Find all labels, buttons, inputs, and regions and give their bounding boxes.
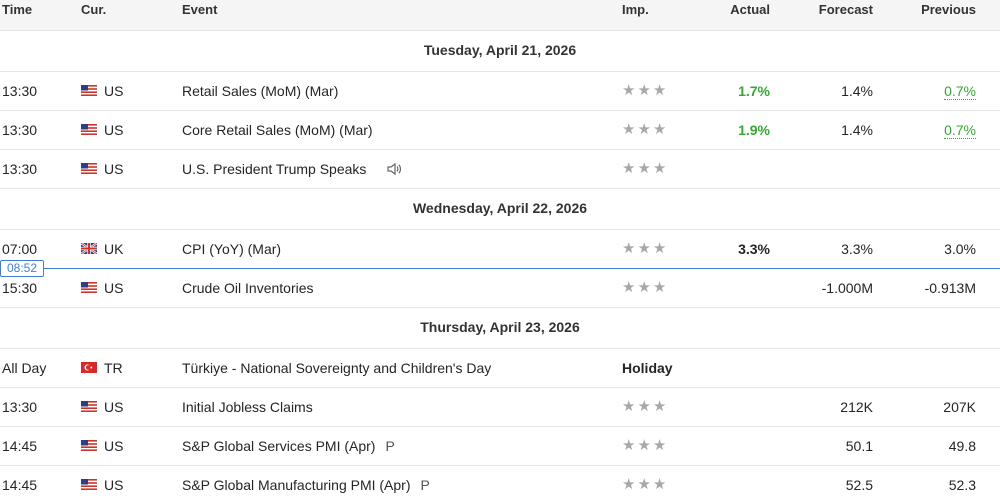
event-name[interactable]: Crude Oil Inventories: [182, 269, 314, 307]
header-importance[interactable]: Imp.: [622, 2, 649, 17]
event-time: 14:45: [2, 477, 38, 493]
us-flag-icon: [81, 282, 97, 293]
importance-stars: ★★★: [622, 398, 669, 415]
event-name[interactable]: CPI (YoY) (Mar): [182, 230, 281, 268]
us-flag-icon: [81, 85, 97, 96]
currency-code: US: [104, 122, 124, 138]
currency-code: UK: [104, 241, 124, 257]
importance-stars: ★★★: [622, 240, 669, 257]
forecast-value: 3.3%: [841, 241, 873, 257]
importance-stars: ★★★: [622, 437, 669, 454]
us-flag-icon: [81, 124, 97, 135]
actual-value: 1.7%: [738, 83, 770, 99]
actual-value: 3.3%: [738, 241, 770, 257]
table-row[interactable]: 15:30 US Crude Oil Inventories ★★★ -1.00…: [0, 269, 1000, 308]
event-time: 14:45: [2, 438, 38, 454]
currency-code: US: [104, 161, 124, 177]
speaker-icon[interactable]: [386, 162, 402, 176]
event-time: 13:30: [2, 399, 38, 415]
header-forecast[interactable]: Forecast: [819, 2, 873, 17]
forecast-value: 50.1: [845, 438, 873, 454]
forecast-value: -1.000M: [821, 280, 873, 296]
table-row[interactable]: 07:00 UK CPI (YoY) (Mar) ★★★ 3.3% 3.3% 3…: [0, 230, 1000, 268]
header-currency[interactable]: Cur.: [81, 2, 106, 17]
table-row[interactable]: 13:30 US U.S. President Trump Speaks ★★★: [0, 150, 1000, 189]
actual-value: 1.9%: [738, 122, 770, 138]
table-row[interactable]: All Day TR Türkiye - National Sovereignt…: [0, 349, 1000, 388]
previous-value: 3.0%: [944, 241, 976, 257]
importance-stars: ★★★: [622, 121, 669, 138]
previous-value: 49.8: [948, 438, 976, 454]
day-header: Tuesday, April 21, 2026: [0, 31, 1000, 72]
currency-code: US: [104, 280, 124, 296]
event-name[interactable]: Türkiye - National Sovereignty and Child…: [182, 349, 491, 387]
forecast-value: 212K: [840, 399, 873, 415]
day-header: Thursday, April 23, 2026: [0, 308, 1000, 349]
currency-code: US: [104, 477, 124, 493]
currency-code: US: [104, 83, 124, 99]
table-header: Time Cur. Event Imp. Actual Forecast Pre…: [0, 0, 1000, 31]
us-flag-icon: [81, 440, 97, 451]
header-event[interactable]: Event: [182, 2, 217, 17]
currency-code: US: [104, 399, 124, 415]
table-row[interactable]: 13:30 US Initial Jobless Claims ★★★ 212K…: [0, 388, 1000, 427]
event-name-text: U.S. President Trump Speaks: [182, 161, 367, 177]
currency-code: US: [104, 438, 124, 454]
importance-stars: ★★★: [622, 82, 669, 99]
preliminary-marker: P: [420, 477, 430, 493]
holiday-label: Holiday: [622, 360, 673, 376]
event-time: 13:30: [2, 161, 38, 177]
preliminary-marker: P: [385, 438, 395, 454]
importance-stars: ★★★: [622, 160, 669, 177]
previous-value-revised[interactable]: 0.7%: [944, 123, 976, 139]
event-name[interactable]: Retail Sales (MoM) (Mar): [182, 72, 338, 110]
header-actual[interactable]: Actual: [730, 2, 770, 17]
event-time: All Day: [2, 360, 47, 376]
header-previous[interactable]: Previous: [921, 2, 976, 17]
previous-value: 207K: [943, 399, 976, 415]
table-row[interactable]: 14:45 US S&P Global Services PMI (Apr) P …: [0, 427, 1000, 466]
importance-stars: ★★★: [622, 279, 669, 296]
event-name[interactable]: S&P Global Services PMI (Apr) P: [182, 427, 395, 465]
event-name-text: S&P Global Manufacturing PMI (Apr): [182, 477, 411, 493]
forecast-value: 1.4%: [841, 83, 873, 99]
us-flag-icon: [81, 401, 97, 412]
day-header: Wednesday, April 22, 2026: [0, 189, 1000, 230]
us-flag-icon: [81, 479, 97, 490]
previous-value: -0.913M: [924, 280, 976, 296]
turkey-flag-icon: [81, 362, 97, 373]
uk-flag-icon: [81, 243, 97, 254]
previous-value-revised[interactable]: 0.7%: [944, 84, 976, 100]
event-time: 13:30: [2, 122, 38, 138]
event-name-text: S&P Global Services PMI (Apr): [182, 438, 376, 454]
us-flag-icon: [81, 163, 97, 174]
header-time[interactable]: Time: [2, 2, 32, 17]
table-row[interactable]: 14:45 US S&P Global Manufacturing PMI (A…: [0, 466, 1000, 504]
event-name[interactable]: Core Retail Sales (MoM) (Mar): [182, 111, 373, 149]
event-name[interactable]: Initial Jobless Claims: [182, 388, 313, 426]
currency-code: TR: [104, 360, 123, 376]
event-time: 15:30: [2, 280, 38, 296]
previous-value: 52.3: [948, 477, 976, 493]
event-name[interactable]: S&P Global Manufacturing PMI (Apr) P: [182, 466, 430, 504]
event-name[interactable]: U.S. President Trump Speaks: [182, 150, 402, 188]
table-row[interactable]: 13:30 US Retail Sales (MoM) (Mar) ★★★ 1.…: [0, 72, 1000, 111]
table-row[interactable]: 13:30 US Core Retail Sales (MoM) (Mar) ★…: [0, 111, 1000, 150]
forecast-value: 1.4%: [841, 122, 873, 138]
importance-stars: ★★★: [622, 476, 669, 493]
event-time: 13:30: [2, 83, 38, 99]
forecast-value: 52.5: [845, 477, 873, 493]
